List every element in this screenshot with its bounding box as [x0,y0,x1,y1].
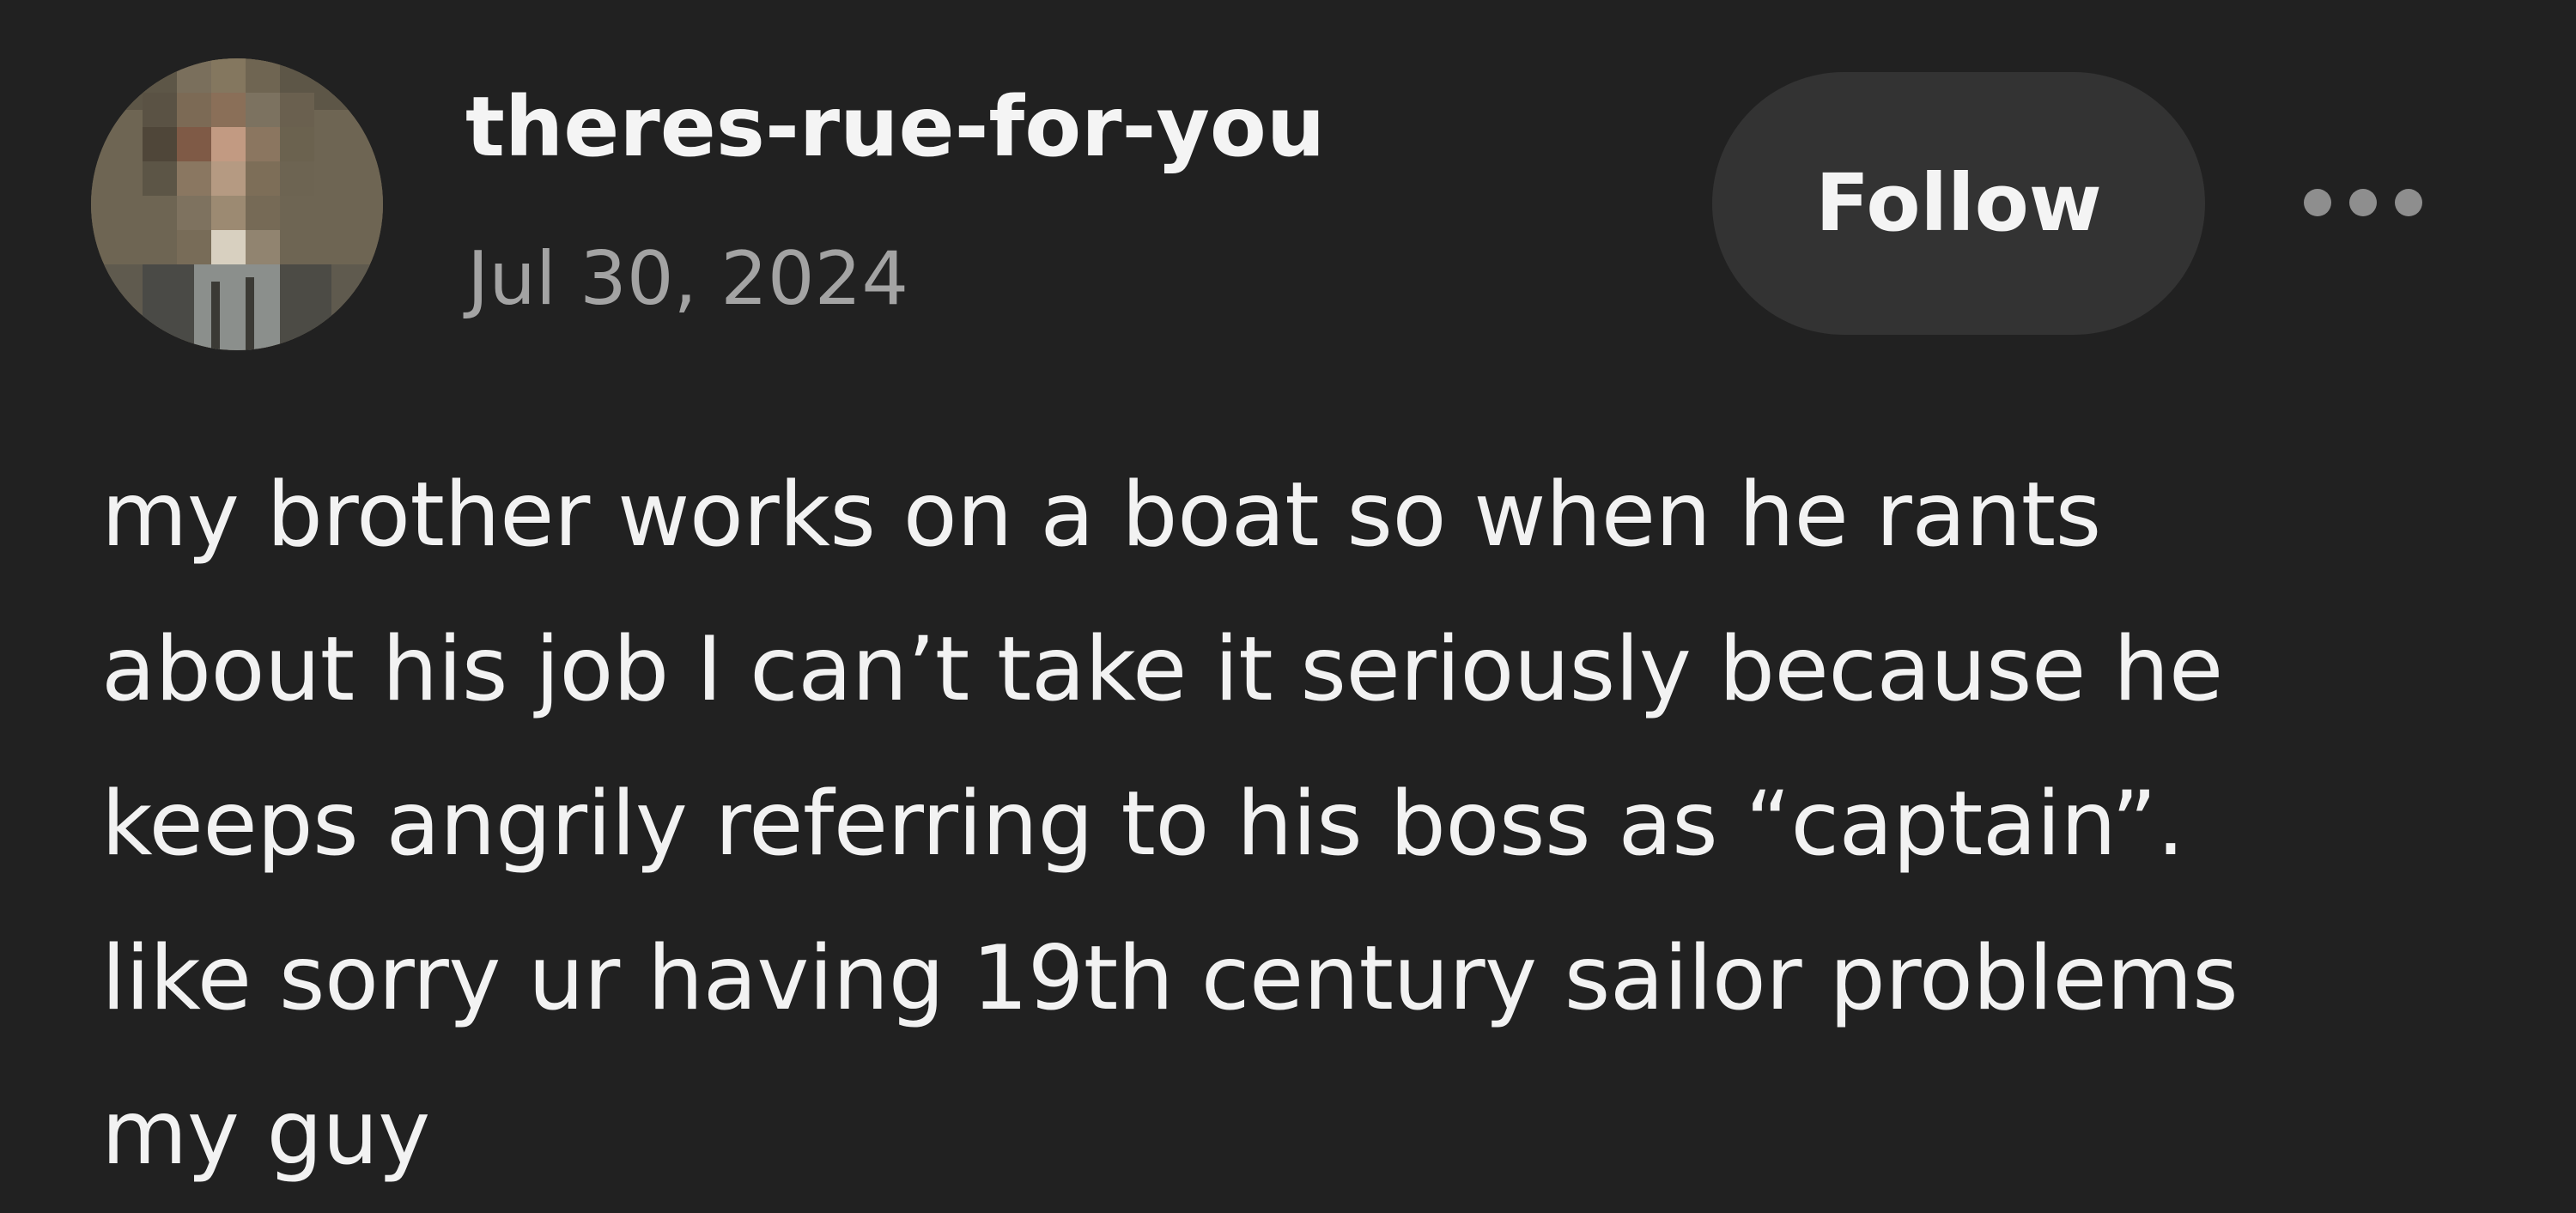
more-options-button[interactable] [2294,168,2432,237]
follow-button[interactable]: Follow [1712,72,2205,335]
post-body-line: my guy [101,1082,430,1185]
post-body-line: about his job I can’t take it seriously … [101,618,2223,721]
author-avatar[interactable] [91,58,383,350]
follow-button-label: Follow [1815,157,2102,249]
author-username[interactable]: theres-rue-for-you [465,86,1325,168]
post-date: Jul 30, 2024 [467,236,909,322]
post-body-line: keeps angrily referring to his boss as “… [101,773,2184,876]
post-body: my brother works on a boat so when he ra… [101,438,2506,1210]
post-body-line: like sorry ur having 19th century sailor… [101,927,2239,1030]
post-body-line: my brother works on a boat so when he ra… [101,464,2101,567]
avatar-image [91,58,383,350]
post-card: theres-rue-for-you Jul 30, 2024 Follow m… [0,0,2576,1213]
ellipsis-icon [2304,189,2422,216]
